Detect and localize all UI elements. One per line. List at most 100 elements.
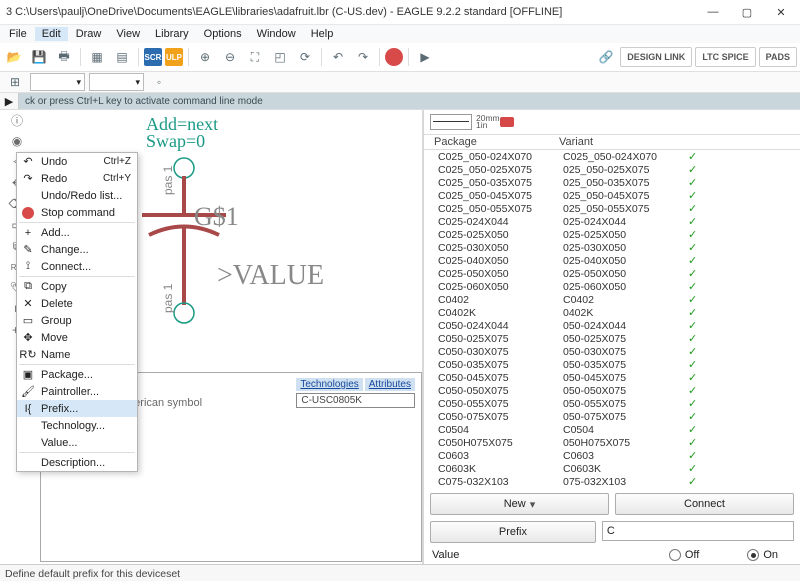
command-input[interactable]: ck or press Ctrl+L key to activate comma… xyxy=(19,93,800,109)
menu-item-paintroller-[interactable]: 🖌Paintroller... xyxy=(17,383,137,400)
package-row[interactable]: C0504C0504✓ xyxy=(424,423,800,436)
close-button[interactable]: ✕ xyxy=(764,0,798,24)
package-row[interactable]: C0603C0603✓ xyxy=(424,449,800,462)
package-row[interactable]: C050-045X075050-045X075✓ xyxy=(424,371,800,384)
grid-toggle-icon[interactable]: ◦ xyxy=(148,71,170,93)
zoom-select-icon[interactable]: ◰ xyxy=(269,46,291,68)
table-icon[interactable]: ▦ xyxy=(86,46,108,68)
value-off-radio[interactable] xyxy=(669,549,681,561)
menu-options[interactable]: Options xyxy=(197,27,249,41)
menu-library[interactable]: Library xyxy=(148,27,196,41)
grid-size-select[interactable]: ▾ xyxy=(30,73,85,91)
package-row[interactable]: C0402K0402K✓ xyxy=(424,306,800,319)
menu-item-group[interactable]: ▭Group xyxy=(17,312,137,329)
package-row[interactable]: C025-040X050025-040X050✓ xyxy=(424,254,800,267)
menu-item-prefix-[interactable]: I{Prefix... xyxy=(17,400,137,417)
minimize-button[interactable]: — xyxy=(696,0,730,24)
chip-pads[interactable]: PADS xyxy=(759,47,797,67)
menu-item-stop-command[interactable]: Stop command xyxy=(17,204,137,221)
package-row[interactable]: C025_050-025X075025_050-025X075✓ xyxy=(424,163,800,176)
zoom-out-icon[interactable]: ⊖ xyxy=(219,46,241,68)
package-row[interactable]: C025-030X050025-030X050✓ xyxy=(424,241,800,254)
menu-item-redo[interactable]: ↷RedoCtrl+Y xyxy=(17,170,137,187)
menu-item-move[interactable]: ✥Move xyxy=(17,329,137,346)
menu-item-undo-redo-list-[interactable]: Undo/Redo list... xyxy=(17,187,137,204)
package-row[interactable]: C0402C0402✓ xyxy=(424,293,800,306)
edit-menu-popup[interactable]: ↶UndoCtrl+Z↷RedoCtrl+YUndo/Redo list...S… xyxy=(16,152,138,472)
menu-item-change-[interactable]: ✎Change... xyxy=(17,241,137,258)
menu-item-technology-[interactable]: Technology... xyxy=(17,417,137,434)
menu-view[interactable]: View xyxy=(109,27,147,41)
menu-item-name[interactable]: R↻Name xyxy=(17,346,137,363)
package-row[interactable]: C025-025X050025-025X050✓ xyxy=(424,228,800,241)
package-row[interactable]: C050-024X044050-024X044✓ xyxy=(424,319,800,332)
technology-cell[interactable]: C-USC0805K xyxy=(296,393,415,408)
menu-item-description-[interactable]: Description... xyxy=(17,454,137,471)
status-bar: Define default prefix for this deviceset xyxy=(0,564,800,581)
zoom-in-icon[interactable]: ⊕ xyxy=(194,46,216,68)
package-panel: 20mm1in Package Variant C025_050-024X070… xyxy=(423,110,800,564)
go-icon[interactable]: ▶ xyxy=(414,46,436,68)
col-variant[interactable]: Variant xyxy=(559,136,800,148)
new-button[interactable]: New xyxy=(430,493,609,515)
attributes-header[interactable]: Attributes xyxy=(365,378,415,391)
menu-edit[interactable]: Edit xyxy=(35,27,68,41)
menu-item-package-[interactable]: ▣Package... xyxy=(17,366,137,383)
display-tool-icon[interactable]: ◉ xyxy=(9,133,25,149)
preview-indicator-icon xyxy=(500,117,514,127)
status-text: Define default prefix for this deviceset xyxy=(5,568,180,580)
grid-icon[interactable]: ⊞ xyxy=(4,71,26,93)
link-icon[interactable]: 🔗 xyxy=(595,46,617,68)
prefix-input[interactable]: C xyxy=(602,521,794,541)
connect-button[interactable]: Connect xyxy=(615,493,794,515)
chip-design-link[interactable]: DESIGN LINK xyxy=(620,47,692,67)
package-row[interactable]: C050-030X075050-030X075✓ xyxy=(424,345,800,358)
scr-icon[interactable]: SCR xyxy=(144,48,162,66)
package-row[interactable]: C025_050-055X075025_050-055X075✓ xyxy=(424,202,800,215)
prefix-button[interactable]: Prefix xyxy=(430,521,596,543)
package-row[interactable]: C025_050-035X075025_050-035X075✓ xyxy=(424,176,800,189)
save-icon[interactable]: 💾 xyxy=(28,46,50,68)
info-tool-icon[interactable]: ⓘ xyxy=(9,112,25,128)
redo-icon[interactable]: ↷ xyxy=(352,46,374,68)
cmd-go-icon[interactable]: ▶ xyxy=(0,93,19,109)
menu-item-copy[interactable]: ⧉Copy xyxy=(17,278,137,295)
redraw-icon[interactable]: ⟳ xyxy=(294,46,316,68)
menu-item-connect-[interactable]: ⟟Connect... xyxy=(17,258,137,275)
zoom-fit-icon[interactable]: ⛶ xyxy=(244,46,266,68)
package-row[interactable]: C025_050-024X070C025_050-024X070✓ xyxy=(424,150,800,163)
package-row[interactable]: C025-050X050025-050X050✓ xyxy=(424,267,800,280)
package-row[interactable]: C0603KC0603K✓ xyxy=(424,462,800,475)
menu-item-undo[interactable]: ↶UndoCtrl+Z xyxy=(17,153,137,170)
package-row[interactable]: C050H075X075050H075X075✓ xyxy=(424,436,800,449)
menu-item-value-[interactable]: Value... xyxy=(17,434,137,451)
menu-window[interactable]: Window xyxy=(250,27,303,41)
menu-item-add-[interactable]: +Add... xyxy=(17,224,137,241)
menu-draw[interactable]: Draw xyxy=(69,27,109,41)
menu-item-delete[interactable]: ✕Delete xyxy=(17,295,137,312)
package-row[interactable]: C050-035X075050-035X075✓ xyxy=(424,358,800,371)
ulp-icon[interactable]: ULP xyxy=(165,48,183,66)
menu-file[interactable]: File xyxy=(2,27,34,41)
menu-help[interactable]: Help xyxy=(304,27,341,41)
undo-icon[interactable]: ↶ xyxy=(327,46,349,68)
package-list[interactable]: C025_050-024X070C025_050-024X070✓C025_05… xyxy=(424,150,800,490)
col-package[interactable]: Package xyxy=(424,136,559,148)
library-icon[interactable]: ▤ xyxy=(111,46,133,68)
package-row[interactable]: C050-025X075050-025X075✓ xyxy=(424,332,800,345)
package-row[interactable]: C050-050X075050-050X075✓ xyxy=(424,384,800,397)
open-icon[interactable]: 📂 xyxy=(3,46,25,68)
technologies-header[interactable]: Technologies xyxy=(296,378,362,391)
package-row[interactable]: C075-032X103075-032X103✓ xyxy=(424,475,800,488)
package-row[interactable]: C050-055X075050-055X075✓ xyxy=(424,397,800,410)
package-row[interactable]: C025_050-045X075025_050-045X075✓ xyxy=(424,189,800,202)
value-on-radio[interactable] xyxy=(747,549,759,561)
package-row[interactable]: C050-075X075050-075X075✓ xyxy=(424,410,800,423)
chip-ltc-spice[interactable]: LTC SPICE xyxy=(695,47,755,67)
stop-icon[interactable] xyxy=(385,48,403,66)
print-icon[interactable]: 🖶 xyxy=(53,46,75,68)
maximize-button[interactable]: ▢ xyxy=(730,0,764,24)
package-row[interactable]: C025-024X044025-024X044✓ xyxy=(424,215,800,228)
grid-unit-select[interactable]: ▾ xyxy=(89,73,144,91)
package-row[interactable]: C025-060X050025-060X050✓ xyxy=(424,280,800,293)
